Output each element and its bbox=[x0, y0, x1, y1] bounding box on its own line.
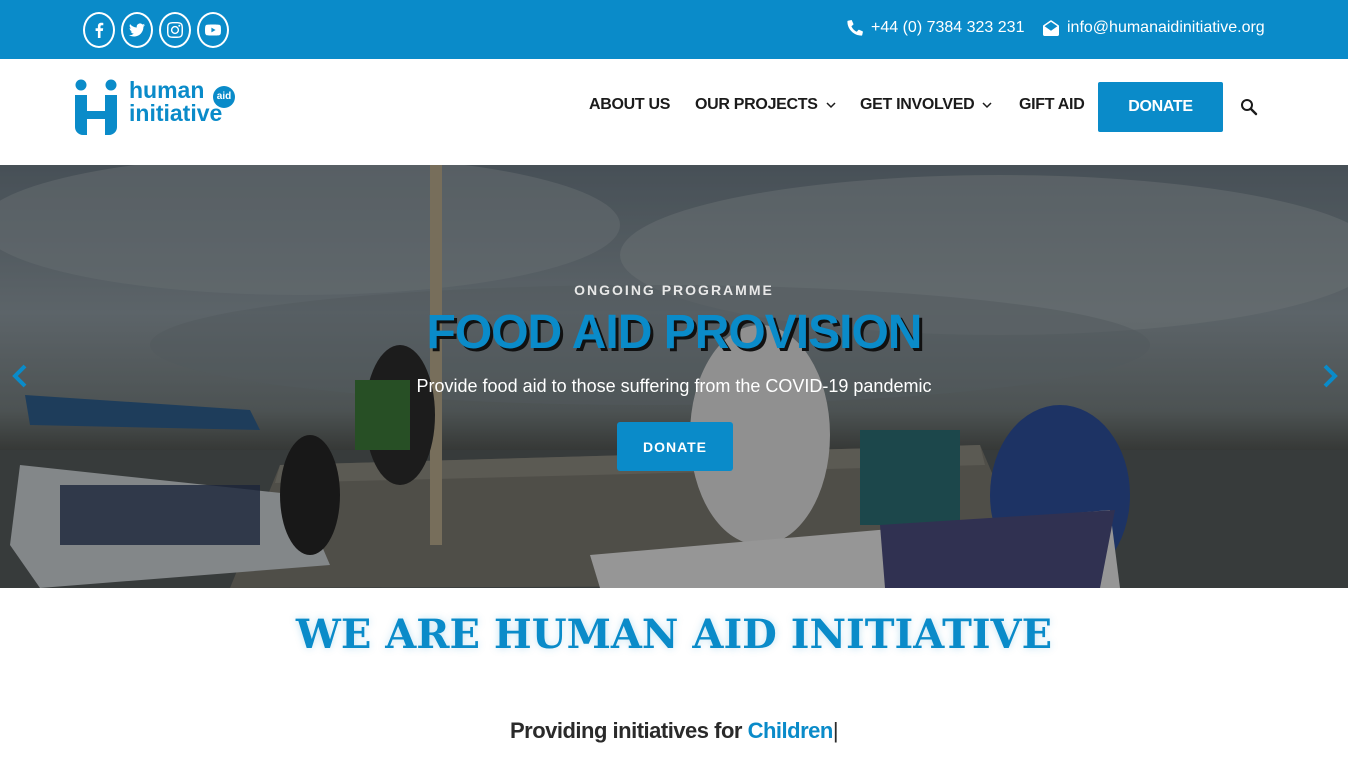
hero-slider: ONGOING PROGRAMME FOOD AID PROVISION Pro… bbox=[0, 165, 1348, 588]
chevron-down-icon bbox=[826, 102, 836, 109]
slider-prev-arrow-icon[interactable] bbox=[10, 363, 30, 389]
typed-prefix: Providing initiatives for bbox=[509, 718, 742, 743]
hero-content: ONGOING PROGRAMME FOOD AID PROVISION Pro… bbox=[0, 165, 1348, 588]
twitter-icon bbox=[129, 23, 145, 37]
top-bar: +44 (0) 7384 323 231 info@humanaidinitia… bbox=[0, 0, 1348, 59]
phone-link[interactable]: +44 (0) 7384 323 231 bbox=[847, 19, 1024, 37]
nav-item-label: ABOUT US bbox=[589, 96, 671, 113]
chevron-down-icon bbox=[982, 102, 992, 109]
youtube-link[interactable] bbox=[197, 12, 229, 48]
email-link[interactable]: info@humanaidinitiative.org bbox=[1043, 19, 1265, 37]
nav-item-our-projects[interactable]: OUR PROJECTS bbox=[695, 96, 836, 114]
email-address: info@humanaidinitiative.org bbox=[1067, 19, 1265, 36]
slider-next-arrow-icon[interactable] bbox=[1320, 363, 1340, 389]
nav-item-gift-aid[interactable]: GIFT AID bbox=[1019, 96, 1085, 114]
nav-item-label: OUR PROJECTS bbox=[695, 96, 818, 113]
section-title: WE ARE HUMAN AID INITIATIVE bbox=[295, 611, 1053, 658]
typed-word: Children bbox=[747, 718, 834, 743]
nav-item-label: GIFT AID bbox=[1019, 96, 1085, 113]
nav-item-label: GET INVOLVED bbox=[860, 96, 975, 113]
facebook-icon bbox=[95, 22, 104, 38]
instagram-link[interactable] bbox=[159, 12, 191, 48]
typed-headline: Providing initiatives for Children| bbox=[0, 718, 1348, 744]
phone-number: +44 (0) 7384 323 231 bbox=[871, 19, 1025, 36]
search-icon[interactable] bbox=[1240, 98, 1258, 116]
hero-donate-button[interactable]: DONATE bbox=[617, 422, 733, 471]
main-nav: ABOUT US OUR PROJECTS GET INVOLVED GIFT … bbox=[0, 82, 1348, 132]
hero-eyebrow: ONGOING PROGRAMME bbox=[574, 282, 774, 298]
envelope-open-icon bbox=[1043, 20, 1059, 36]
hero-title: FOOD AID PROVISION bbox=[426, 306, 923, 359]
twitter-link[interactable] bbox=[121, 12, 153, 48]
social-links bbox=[83, 12, 229, 48]
phone-icon bbox=[847, 20, 863, 36]
site-header: human initiative aid ABOUT US OUR PROJEC… bbox=[0, 59, 1348, 165]
nav-item-about-us[interactable]: ABOUT US bbox=[589, 96, 670, 114]
donate-button[interactable]: DONATE bbox=[1098, 82, 1223, 132]
facebook-link[interactable] bbox=[83, 12, 115, 48]
nav-item-get-involved[interactable]: GET INVOLVED bbox=[860, 96, 992, 114]
youtube-icon bbox=[205, 24, 221, 36]
hero-subtitle: Provide food aid to those suffering from… bbox=[416, 376, 932, 396]
typed-cursor: | bbox=[832, 718, 839, 743]
instagram-icon bbox=[167, 22, 183, 38]
